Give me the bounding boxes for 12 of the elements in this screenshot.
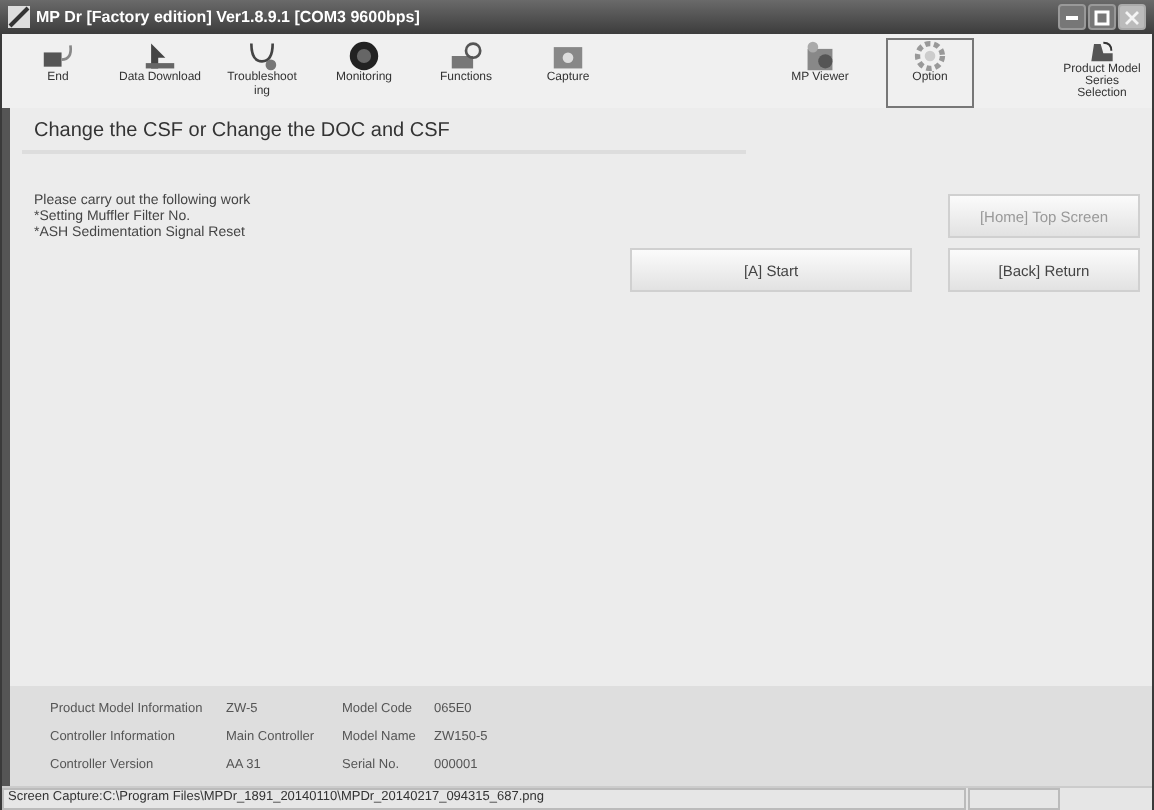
- page-heading: Change the CSF or Change the DOC and CSF: [22, 112, 746, 154]
- maximize-icon: [1094, 9, 1110, 25]
- minimize-button[interactable]: [1058, 4, 1086, 30]
- maximize-button[interactable]: [1088, 4, 1116, 30]
- close-icon: [1124, 9, 1140, 25]
- close-button[interactable]: [1118, 4, 1146, 30]
- minimize-icon: [1066, 15, 1078, 19]
- status-panel: [968, 788, 1060, 810]
- app-icon: [8, 6, 30, 28]
- window-title: MP Dr [Factory edition] Ver1.8.9.1 [COM3 9600bps]: [36, 8, 420, 26]
- gear-icon: [910, 40, 950, 72]
- gauge-icon: [344, 40, 384, 72]
